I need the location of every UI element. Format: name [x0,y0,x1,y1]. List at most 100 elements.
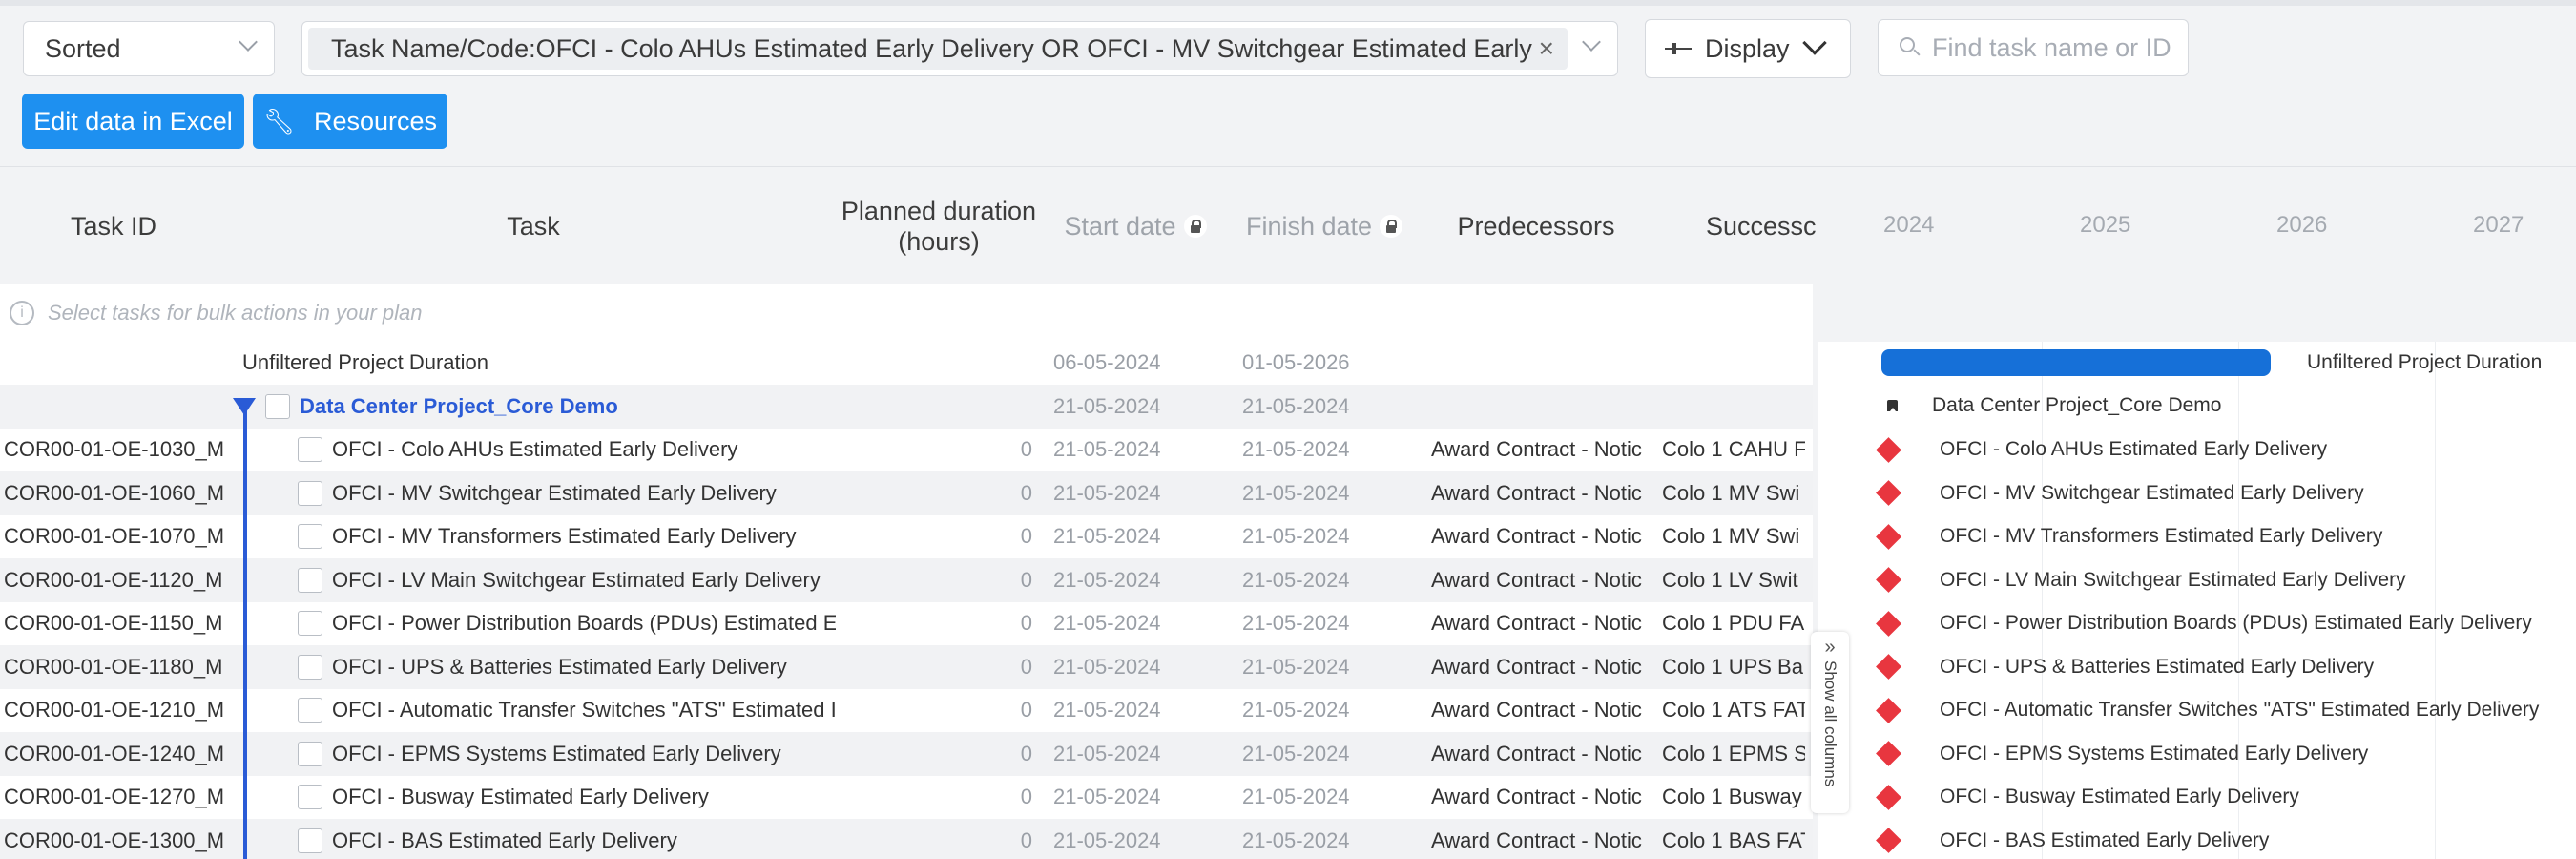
finish-date: 21-05-2024 [1242,828,1350,852]
chevron-down-icon [1802,31,1827,55]
finish-date: 21-05-2024 [1242,393,1350,418]
finish-date: 21-05-2024 [1242,698,1350,723]
table-row[interactable]: COR00-01-OE-1120_M OFCI - LV Main Switchg… [0,558,1813,602]
row-checkbox[interactable] [298,741,322,766]
gantt-task-label: OFCI - Automatic Transfer Switches "ATS"… [1940,699,2540,722]
bulk-actions-hint: Select tasks for bulk actions in your pl… [48,301,423,325]
finish-date: 21-05-2024 [1242,567,1350,592]
successors: Colo 1 CAHU F [1662,437,1805,462]
table-row[interactable]: COR00-01-OE-1210_M OFCI - Automatic Trans… [0,688,1813,732]
finish-date: 21-05-2024 [1242,785,1350,809]
edit-in-excel-button[interactable]: Edit data in Excel [22,94,244,149]
lock-icon [1183,215,1207,238]
table-row[interactable]: COR00-01-OE-1300_M OFCI - BAS Estimated E… [0,819,1813,859]
task-id: COR00-01-OE-1070_M [4,524,225,549]
table-row[interactable]: COR00-01-OE-1180_M OFCI - UPS & Batteries… [0,645,1813,689]
display-settings-icon [1665,35,1692,62]
chevron-down-icon [1582,32,1601,52]
search-icon [1900,37,1921,58]
task-name-text: OFCI - Busway Estimated Early Delivery [332,785,709,809]
task-name: OFCI - MV Transformers Estimated Early D… [298,515,836,559]
table-row[interactable]: Unfiltered Project Duration 06-05-2024 01-… [0,341,1813,385]
table-row[interactable]: COR00-01-OE-1240_M OFCI - EPMS Systems Es… [0,732,1813,776]
start-date: 21-05-2024 [1053,828,1161,852]
finish-date: 21-05-2024 [1242,480,1350,505]
finish-date: 21-05-2024 [1242,741,1350,765]
successors: Colo 1 MV Swi [1662,524,1800,549]
timeline-year: 2026 [2276,212,2328,238]
col-task[interactable]: Task [231,167,836,285]
task-id: COR00-01-OE-1150_M [4,611,223,636]
start-date: 21-05-2024 [1053,524,1161,549]
table-row[interactable]: COR00-01-OE-1270_M OFCI - Busway Estimate… [0,775,1813,819]
predecessors: Award Contract - Notic [1431,698,1642,723]
col-task-id[interactable]: Task ID [0,167,227,285]
table-row[interactable]: Data Center Project_Core Demo 21-05-2024 2… [0,385,1813,429]
col-planned-duration[interactable]: Planned duration (hours) [838,167,1040,285]
display-button[interactable]: Display [1645,19,1851,78]
row-checkbox[interactable] [298,480,322,506]
task-name: Data Center Project_Core Demo [233,385,834,429]
table-row[interactable]: COR00-01-OE-1070_M OFCI - MV Transformers… [0,514,1813,559]
show-all-columns-button[interactable]: » Show all columns [1811,632,1849,813]
project-duration-bar[interactable] [1881,349,2271,376]
finish-date: 21-05-2024 [1242,611,1350,636]
col-finish-date[interactable]: Finish date [1231,167,1418,285]
finish-date: 01-05-2026 [1242,350,1350,375]
project-group-indicator [243,406,247,859]
planned-duration: 0 [1020,567,1032,592]
flag-icon [1887,400,1898,411]
row-checkbox[interactable] [298,567,322,593]
gantt-task-label: OFCI - Power Distribution Boards (PDUs) … [1940,612,2532,635]
row-checkbox[interactable] [298,524,322,550]
gantt-task-label: OFCI - BAS Estimated Early Delivery [1940,828,2270,851]
planned-duration: 0 [1020,611,1032,636]
successors: Colo 1 MV Swi [1662,480,1800,505]
predecessors: Award Contract - Notic [1431,611,1642,636]
gantt-task-label: OFCI - Colo AHUs Estimated Early Deliver… [1940,438,2328,461]
task-name: OFCI - EPMS Systems Estimated Early Deli… [298,732,836,776]
col-predecessors[interactable]: Predecessors [1420,167,1652,285]
row-checkbox[interactable] [298,698,322,723]
start-date: 21-05-2024 [1053,480,1161,505]
successors: Colo 1 BAS FAT [1662,828,1805,852]
gantt-task-label: OFCI - EPMS Systems Estimated Early Deli… [1940,742,2369,765]
planned-duration: 0 [1020,828,1032,852]
row-checkbox[interactable] [298,828,322,853]
start-date: 21-05-2024 [1053,654,1161,679]
row-checkbox[interactable] [298,437,322,463]
predecessors: Award Contract - Notic [1431,828,1642,852]
successors: Colo 1 ATS FAT [1662,698,1805,723]
row-checkbox[interactable] [298,654,322,680]
row-checkbox[interactable] [298,785,322,810]
gantt-task-label: OFCI - UPS & Batteries Estimated Early D… [1940,655,2375,678]
filter-chip: Task Name/Code:OFCI - Colo AHUs Estimate… [308,28,1568,70]
successors: Colo 1 UPS Ba [1662,654,1803,679]
search-box[interactable] [1878,19,2189,76]
task-name: OFCI - LV Main Switchgear Estimated Earl… [298,558,836,602]
filter-dropdown[interactable]: Task Name/Code:OFCI - Colo AHUs Estimate… [301,21,1618,76]
table-row[interactable]: COR00-01-OE-1060_M OFCI - MV Switchgear E… [0,471,1813,515]
gantt-task-label: OFCI - Busway Estimated Early Delivery [1940,786,2299,808]
resources-button[interactable]: 🔧︎ Resources [253,94,447,149]
task-name-text: OFCI - EPMS Systems Estimated Early Deli… [332,741,781,765]
successors: Colo 1 LV Swit [1662,567,1798,592]
sort-dropdown[interactable]: Sorted [23,21,275,76]
table-row[interactable]: COR00-01-OE-1150_M OFCI - Power Distribut… [0,601,1813,645]
row-checkbox[interactable] [265,393,290,419]
search-input[interactable] [1932,32,2180,63]
sort-label: Sorted [45,33,121,63]
gantt-project-label: Data Center Project_Core Demo [1932,393,2222,416]
gantt-gridline [2435,342,2436,859]
task-name-text: OFCI - BAS Estimated Early Delivery [332,828,677,852]
table-header: Task ID Task Planned duration (hours) St… [0,166,2576,284]
row-checkbox[interactable] [298,611,322,637]
task-name: OFCI - UPS & Batteries Estimated Early D… [298,645,836,689]
clear-filter-icon[interactable]: × [1539,33,1554,64]
col-successors[interactable]: Successc [1654,167,1817,285]
edit-excel-label: Edit data in Excel [33,106,233,136]
table-row[interactable]: COR00-01-OE-1030_M OFCI - Colo AHUs Estim… [0,428,1813,471]
col-start-date[interactable]: Start date [1042,167,1229,285]
lock-icon [1380,215,1403,238]
task-id: COR00-01-OE-1270_M [4,785,225,809]
